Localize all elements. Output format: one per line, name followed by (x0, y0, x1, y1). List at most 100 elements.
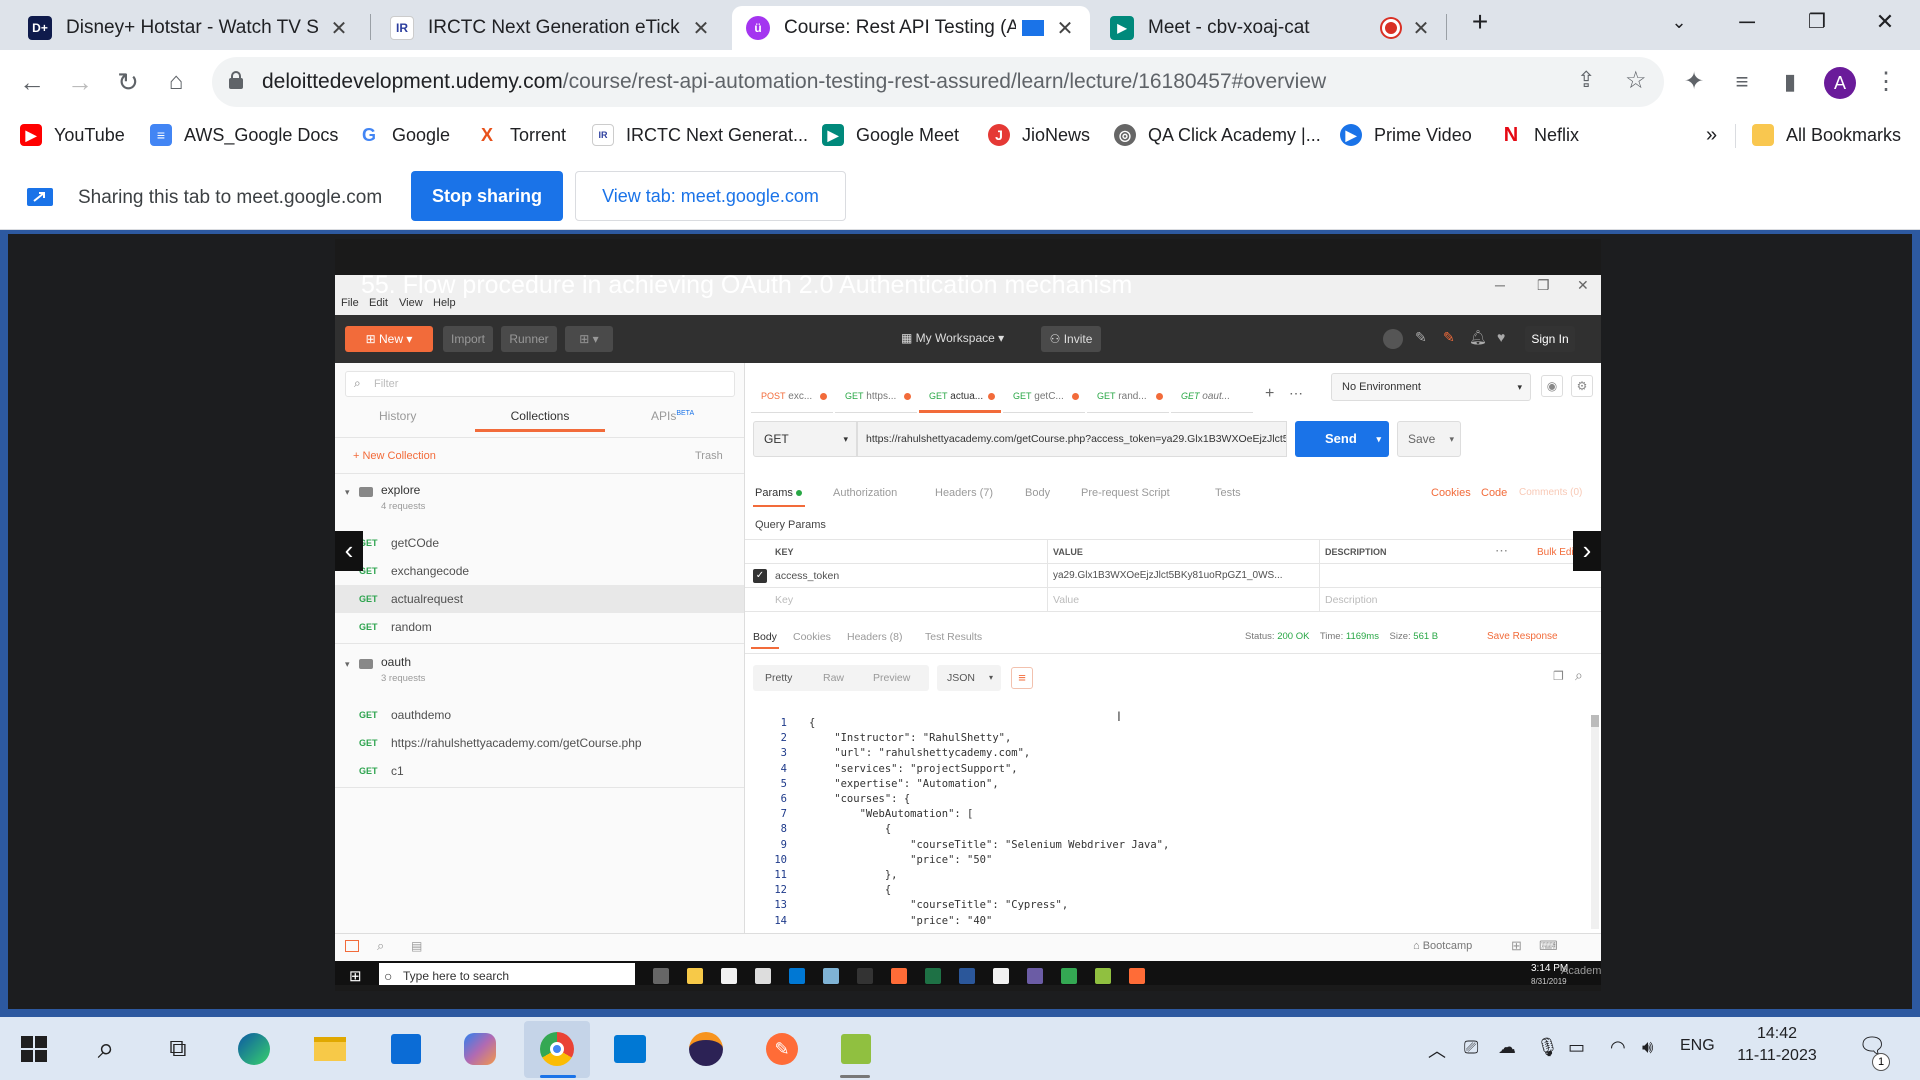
restore-button[interactable]: ❐ (1782, 0, 1852, 44)
extensions-icon[interactable]: ✦ (1674, 62, 1714, 102)
runner-button[interactable]: Runner (501, 326, 557, 352)
save-response-button[interactable]: Save Response (1487, 631, 1558, 642)
meet-now-icon[interactable]: ⎚ (1464, 1037, 1478, 1058)
tab-irctc[interactable]: IR IRCTC Next Generation eTicketin ✕ (376, 6, 726, 50)
edge-icon[interactable] (236, 1031, 272, 1067)
request-url-input[interactable]: https://rahulshettyacademy.com/getCourse… (857, 421, 1287, 457)
microphone-icon[interactable]: 🎙︎ (1536, 1037, 1559, 1058)
video-player[interactable]: 55. Flow procedure in achieving OAuth 2.… (335, 239, 1601, 991)
response-tab-body[interactable]: Body (753, 631, 777, 643)
save-button[interactable]: Save ▾ (1397, 421, 1461, 457)
request-item[interactable]: GET actualrequest (335, 585, 744, 613)
add-tab-icon[interactable]: + (1265, 385, 1274, 403)
request-item[interactable]: GET c1 (335, 757, 744, 785)
key-input[interactable]: Key (775, 594, 793, 606)
new-window-button[interactable]: ⊞ ▾ (565, 326, 613, 352)
windows-start-icon[interactable] (16, 1031, 52, 1067)
search-icon[interactable]: ⌕ (88, 1031, 124, 1067)
request-item[interactable]: GET random (335, 613, 744, 641)
trash-link[interactable]: Trash (695, 450, 723, 462)
file-explorer-icon[interactable] (312, 1031, 348, 1067)
show-hidden-icons[interactable]: ︿ (1428, 1037, 1446, 1063)
heart-icon[interactable]: ♥ (1497, 329, 1505, 345)
bookmark-docs[interactable]: ≡ AWS_Google Docs (150, 122, 338, 148)
send-button[interactable]: Send ▾ (1295, 421, 1389, 457)
invite-button[interactable]: ⚇ Invite (1041, 326, 1101, 352)
request-item[interactable]: GET getCOde (335, 529, 744, 557)
bookmark-torrent[interactable]: X Torrent (476, 122, 566, 148)
more-icon[interactable]: ⋯ (1289, 385, 1303, 402)
wrap-icon[interactable]: ≡ (1011, 667, 1033, 689)
request-item[interactable]: GET https://rahulshettyacademy.com/getCou… (335, 729, 744, 757)
forward-button[interactable]: → (60, 62, 100, 102)
copilot-icon[interactable] (462, 1031, 498, 1067)
bookmark-qaclick[interactable]: ◎ QA Click Academy |... (1114, 122, 1321, 148)
language-indicator[interactable]: ENG (1680, 1037, 1715, 1055)
store-icon[interactable] (388, 1031, 424, 1067)
clock[interactable]: 14:42 11-11-2023 (1732, 1025, 1822, 1065)
volume-icon[interactable]: 🔊︎ (1642, 1037, 1653, 1058)
tab-hotstar[interactable]: D+ Disney+ Hotstar - Watch TV Sho ✕ (14, 6, 364, 50)
layout-icon[interactable]: ⊞ (1511, 938, 1522, 954)
close-icon[interactable]: ✕ (690, 16, 712, 41)
response-tab-tests[interactable]: Test Results (925, 631, 982, 643)
task-view-icon[interactable]: ⧉ (160, 1031, 196, 1067)
view-mode-toggle[interactable]: Pretty Raw Preview (753, 665, 929, 691)
tab-meet[interactable]: ▶ Meet - cbv-xoaj-cat ✕ (1096, 6, 1446, 50)
next-lecture-button[interactable]: › (1573, 531, 1601, 571)
collection-explore[interactable]: ▾ explore 4 requests (335, 475, 744, 519)
tab-history[interactable]: History (379, 409, 416, 423)
bookmark-prime[interactable]: ▶ Prime Video (1340, 122, 1472, 148)
share-icon[interactable]: ⇪ (1577, 67, 1595, 93)
import-button[interactable]: Import (443, 326, 493, 352)
bookmarks-overflow[interactable]: » (1706, 122, 1717, 148)
tab-udemy[interactable]: ü Course: Rest API Testing (Au ✕ (732, 6, 1090, 50)
sign-in-button[interactable]: Sign In (1525, 326, 1575, 352)
close-icon[interactable]: ✕ (1410, 16, 1432, 41)
request-tab[interactable]: GET getC... (1003, 379, 1085, 413)
response-tab-cookies[interactable]: Cookies (793, 631, 831, 643)
keyboard-icon[interactable]: ⌨ (1539, 938, 1558, 954)
response-tab-headers[interactable]: Headers (8) (847, 631, 902, 643)
request-item[interactable]: GET exchangecode (335, 557, 744, 585)
request-item[interactable]: GET oauthdemo (335, 701, 744, 729)
interceptor-icon[interactable]: ✎ (1443, 329, 1455, 346)
request-tab[interactable]: GET oaut... (1171, 379, 1253, 413)
filter-input[interactable]: ⌕ Filter (345, 371, 735, 397)
tab-body[interactable]: Body (1025, 487, 1050, 499)
format-select[interactable]: JSON ▾ (937, 665, 1001, 691)
menu-icon[interactable]: ⋮ (1866, 62, 1906, 102)
value-input[interactable]: Value (1053, 594, 1079, 606)
address-bar[interactable]: deloittedevelopment.udemy.com/course/res… (212, 57, 1664, 107)
bulk-edit-link[interactable]: Bulk Edit (1537, 547, 1576, 558)
all-bookmarks[interactable]: All Bookmarks (1752, 122, 1901, 148)
tab-authorization[interactable]: Authorization (833, 487, 897, 499)
bell-icon[interactable]: 🔔︎ (1469, 329, 1487, 346)
avatar[interactable]: A (1824, 67, 1856, 99)
eclipse-icon[interactable] (688, 1031, 724, 1067)
copy-icon[interactable]: ❐ (1553, 669, 1564, 683)
tab-apis[interactable]: APIsBETA (651, 409, 694, 423)
description-input[interactable]: Description (1325, 594, 1378, 606)
bookmark-meet[interactable]: ▶ Google Meet (822, 122, 959, 148)
tab-pre-request[interactable]: Pre-request Script (1081, 487, 1170, 499)
request-tab[interactable]: GET https... (835, 379, 917, 413)
close-icon[interactable]: ✕ (1054, 16, 1076, 41)
new-tab-button[interactable]: + (1445, 0, 1515, 44)
tab-search-icon[interactable]: ⌄ (1644, 0, 1714, 44)
environment-select[interactable]: No Environment ▾ (1331, 373, 1531, 401)
stop-sharing-button[interactable]: Stop sharing (411, 171, 563, 221)
code-link[interactable]: Code (1481, 487, 1507, 499)
bookmark-google[interactable]: G Google (358, 122, 450, 148)
bookmark-youtube[interactable]: ▶ YouTube (20, 122, 125, 148)
request-tab[interactable]: POST exc... (751, 379, 833, 413)
remote-desktop-icon[interactable] (612, 1031, 648, 1067)
console-icon[interactable]: ▤ (411, 939, 422, 953)
home-button[interactable]: ⌂ (156, 62, 196, 102)
collection-oauth[interactable]: ▾ oauth 3 requests (335, 647, 744, 691)
new-button[interactable]: ⊞ New ▾ (345, 326, 433, 352)
postman-icon[interactable]: ✎ (764, 1031, 800, 1067)
request-tab[interactable]: GET rand... (1087, 379, 1169, 413)
param-checkbox[interactable]: ✓ (753, 569, 767, 583)
tab-tests[interactable]: Tests (1215, 487, 1241, 499)
